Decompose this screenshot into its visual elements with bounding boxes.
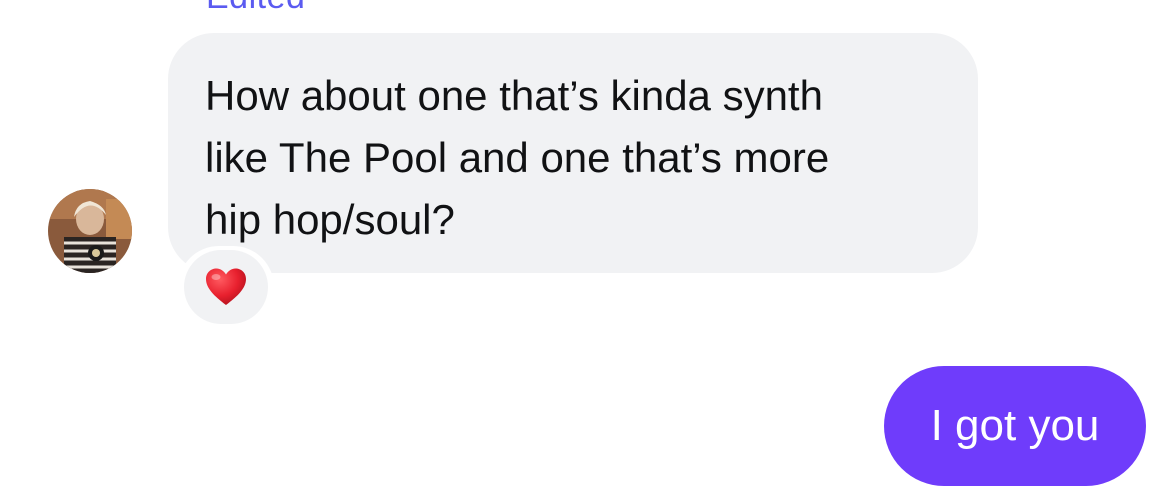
outgoing-message-text: I got you [930, 401, 1100, 450]
incoming-message-bubble[interactable]: How about one that’s kinda synth like Th… [168, 33, 978, 273]
message-reaction[interactable] [178, 246, 274, 328]
heart-emoji-icon [206, 268, 246, 305]
chat-thread: Edited How about one that’s kinda synth … [0, 0, 1170, 493]
avatar-photo-icon [48, 189, 132, 273]
outgoing-message-bubble[interactable]: I got you [884, 366, 1146, 486]
incoming-message-text: How about one that’s kinda synth like Th… [205, 72, 830, 243]
reaction-pill [184, 250, 268, 324]
edited-label[interactable]: Edited [206, 0, 305, 17]
sender-avatar[interactable] [48, 189, 132, 273]
